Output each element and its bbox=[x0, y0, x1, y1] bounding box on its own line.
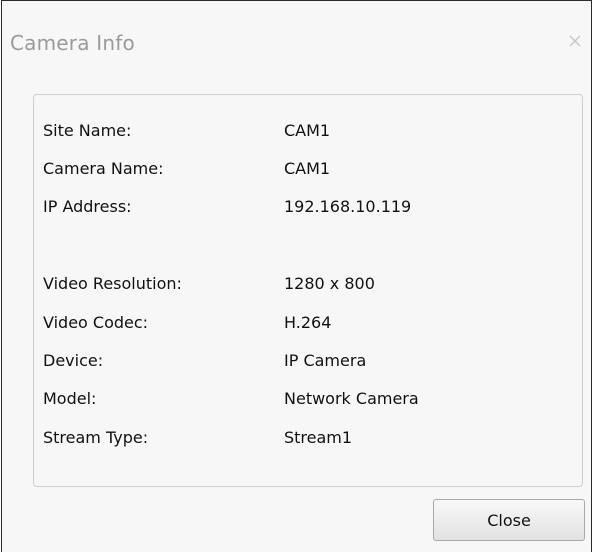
stream-type-value: Stream1 bbox=[284, 428, 353, 447]
close-icon[interactable] bbox=[568, 33, 582, 47]
camera-info-panel: Site Name: CAM1 Camera Name: CAM1 IP Add… bbox=[33, 94, 583, 487]
camera-info-dialog: Camera Info Site Name: CAM1 Camera Name:… bbox=[1, 0, 592, 552]
close-button[interactable]: Close bbox=[433, 499, 585, 541]
ip-address-label: IP Address: bbox=[43, 197, 132, 216]
video-resolution-value: 1280 x 800 bbox=[284, 274, 375, 293]
model-value: Network Camera bbox=[284, 389, 419, 408]
site-name-value: CAM1 bbox=[284, 121, 331, 140]
site-name-label: Site Name: bbox=[43, 121, 132, 140]
video-codec-value: H.264 bbox=[284, 313, 332, 332]
device-label: Device: bbox=[43, 351, 104, 370]
title-bar: Camera Info bbox=[2, 1, 591, 79]
video-resolution-label: Video Resolution: bbox=[43, 274, 182, 293]
camera-name-value: CAM1 bbox=[284, 159, 331, 178]
dialog-title: Camera Info bbox=[10, 31, 135, 55]
video-codec-label: Video Codec: bbox=[43, 313, 149, 332]
camera-name-label: Camera Name: bbox=[43, 159, 164, 178]
ip-address-value: 192.168.10.119 bbox=[284, 197, 412, 216]
model-label: Model: bbox=[43, 389, 97, 408]
stream-type-label: Stream Type: bbox=[43, 428, 149, 447]
device-value: IP Camera bbox=[284, 351, 367, 370]
